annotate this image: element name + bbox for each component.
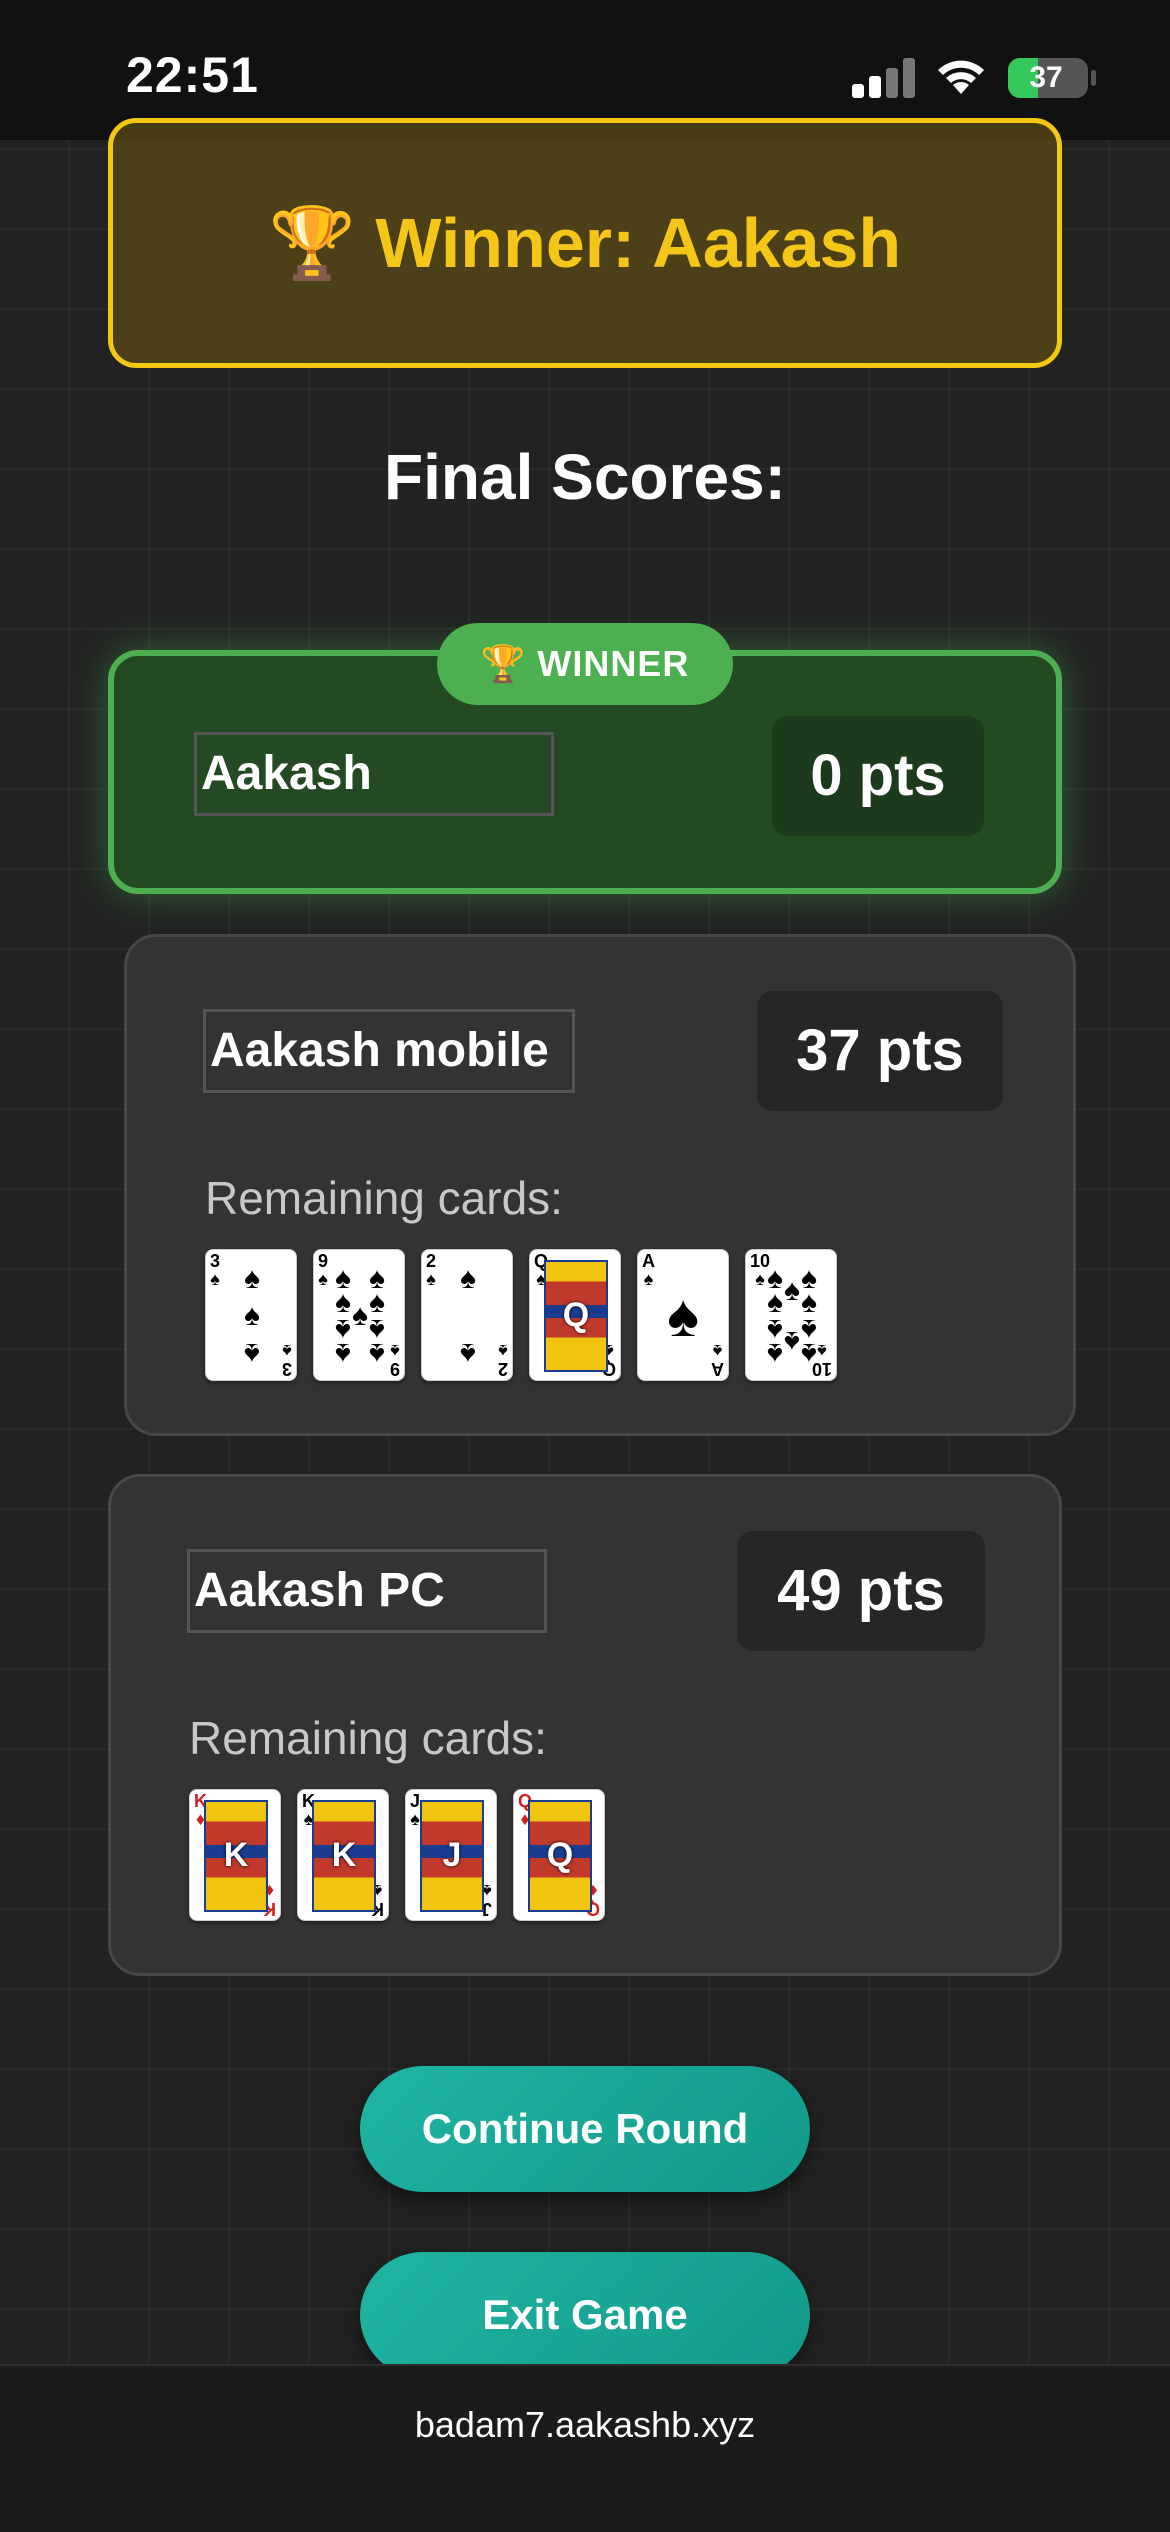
remaining-cards-label: Remaining cards: [205, 1172, 563, 1224]
face-card-art: Q [544, 1260, 608, 1372]
winner-banner-text: Winner: Aakash [375, 204, 902, 282]
player-card: Aakash PC 49 pts Remaining cards: K ♦ K ♦ K K… [108, 1474, 1062, 1976]
face-card-art: J [420, 1800, 484, 1912]
winner-banner-content: 🏆 Winner: Aakash [113, 203, 1057, 285]
card-suit-icon: ♠ [667, 1282, 699, 1349]
battery-percentage: 37 [1029, 61, 1063, 94]
player-name: Aakash [194, 732, 554, 816]
card-corner-rank: 3 ♠ [210, 1251, 221, 1289]
playing-card: 10 ♠ 10 ♠ ♠ ♠ ♠ ♠ ♠ ♠ ♠ ♠ ♠ ♠ [745, 1249, 837, 1381]
trophy-icon: 🏆 [480, 643, 527, 684]
playing-card: J ♠ J ♠ J [405, 1789, 497, 1921]
player-points: 49 pts [737, 1531, 985, 1651]
player-name: Aakash mobile [203, 1009, 575, 1093]
remaining-cards-label: Remaining cards: [189, 1712, 547, 1764]
card-pips: ♠ ♠ ♠ ♠ ♠ ♠ ♠ ♠ ♠ ♠ [767, 1262, 817, 1371]
playing-card: K ♦ K ♦ K [189, 1789, 281, 1921]
site-url[interactable]: badam7.aakashb.xyz [0, 2404, 1170, 2446]
playing-card: 2 ♠ 2 ♠ ♠ ♠ [421, 1249, 513, 1381]
playing-card: K ♠ K ♠ K [297, 1789, 389, 1921]
card-pips: ♠ ♠ ♠ ♠ ♠ ♠ ♠ ♠ ♠ [335, 1262, 385, 1371]
card-pips: ♠ ♠ [460, 1262, 476, 1371]
cellular-signal-icon [852, 58, 916, 98]
face-card-art: K [312, 1800, 376, 1912]
card-pips: ♠ ♠ ♠ [244, 1262, 260, 1371]
face-card-art: K [204, 1800, 268, 1912]
continue-round-button[interactable]: Continue Round [360, 2066, 810, 2192]
card-corner-rank: 2 ♠ [426, 1251, 437, 1289]
exit-game-button[interactable]: Exit Game [360, 2252, 810, 2378]
playing-card: A ♠ A ♠ ♠ [637, 1249, 729, 1381]
playing-card: 3 ♠ 3 ♠ ♠ ♠ ♠ [205, 1249, 297, 1381]
browser-footer: badam7.aakashb.xyz [0, 2364, 1170, 2532]
player-points: 0 pts [772, 716, 984, 836]
playing-card: Q ♠ Q ♠ Q [529, 1249, 621, 1381]
playing-card: Q ♦ Q ♦ Q [513, 1789, 605, 1921]
battery-cap [1091, 70, 1096, 86]
remaining-cards: K ♦ K ♦ K K ♠ K ♠ K J ♠ J ♠ J Q ♦ Q ♦ Q [189, 1789, 829, 1923]
face-card-art: Q [528, 1800, 592, 1912]
battery-icon: 37 [1008, 58, 1088, 98]
winner-badge-label: WINNER [537, 643, 690, 684]
player-points: 37 pts [757, 991, 1003, 1111]
trophy-icon: 🏆 [268, 204, 356, 282]
playing-card: 9 ♠ 9 ♠ ♠ ♠ ♠ ♠ ♠ ♠ ♠ ♠ ♠ [313, 1249, 405, 1381]
card-corner-rank: 9 ♠ [318, 1251, 329, 1289]
status-time: 22:51 [126, 47, 259, 103]
player-card: Aakash mobile 37 pts Remaining cards: 3 ♠… [124, 934, 1076, 1436]
final-scores-title: Final Scores: [384, 441, 786, 513]
card-corner-rank: J ♠ [410, 1791, 421, 1829]
remaining-cards: 3 ♠ 3 ♠ ♠ ♠ ♠ 9 ♠ 9 ♠ ♠ ♠ ♠ ♠ ♠ ♠ ♠ ♠ ♠ 2 ♠ 2 ♠ ♠ ♠ Q ♠ Q ♠ Q A ♠ A ♠ ♠ 10 ♠ 1… [205, 1249, 845, 1383]
card-corner-rank: A ♠ [642, 1251, 655, 1289]
card-corner-rank: A ♠ [711, 1341, 724, 1379]
winner-badge: 🏆 WINNER [437, 623, 733, 705]
wifi-icon [938, 60, 984, 94]
winner-banner: 🏆 Winner: Aakash [108, 118, 1062, 368]
player-name: Aakash PC [187, 1549, 547, 1633]
